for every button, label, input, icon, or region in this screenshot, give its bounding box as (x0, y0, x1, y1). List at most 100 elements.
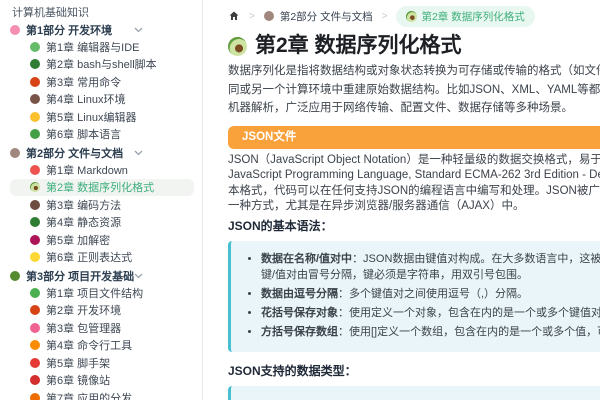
bullet-line: 方括号保存数组：使用[]定义一个数组，包含在内的是一个或多个值，可以是不同类型。 (261, 324, 600, 340)
sidebar-item-label: 第1章 编辑器与IDE (46, 41, 140, 54)
sidebar-item[interactable]: 第2章 开发环境 (10, 302, 194, 320)
chevron-down-icon (134, 150, 143, 156)
sidebar-item-label: 第3章 编码方法 (46, 199, 122, 212)
text-line: JavaScript Programming Language, Standar… (228, 169, 600, 181)
sidebar-section-label: 第2部分 文件与文档 (26, 148, 124, 160)
sidebar-item-label: 第4章 Linux环境 (46, 94, 126, 107)
text-line: 数据序列化是指将数据结构或对象状态转换为可存储或传输的格式（如文件、内存缓冲区、… (228, 65, 600, 77)
sidebar-item-label: 第3章 包管理器 (46, 322, 122, 335)
sidebar-section-2[interactable]: 第2部分 文件与文档 (10, 145, 202, 161)
sidebar-item[interactable]: 第3章 编码方法 (10, 196, 194, 214)
sidebar-section-label: 第3部分 项目开发基础 (26, 271, 135, 283)
cactus-icon (30, 41, 40, 52)
bullet-term: 方括号保存数组 (261, 325, 338, 338)
text-line: JSON（JavaScript Object Notation）是一种轻量级的数… (228, 153, 600, 166)
text-line: 机器解析，广泛应用于网络传输、配置文件、数据存储等多种场景。 (228, 102, 573, 114)
sidebar-item[interactable]: 第5章 脚手架 (10, 354, 194, 372)
breadcrumb-separator: > (381, 10, 388, 22)
sidebar-item-label: 第4章 命令行工具 (46, 340, 133, 353)
sidebar-item[interactable]: 第1章 项目文件结构 (10, 284, 194, 302)
sidebar-title: 计算机基础知识 (12, 7, 89, 19)
sidebar-item[interactable]: 第1章 编辑器与IDE (10, 38, 194, 56)
corn-icon (30, 252, 40, 263)
json-paragraph: JSON（JavaScript Object Notation）是一种轻量级的数… (228, 153, 600, 215)
bullet-line: 数据由逗号分隔：多个键值对之间使用逗号（,）分隔。 (261, 286, 600, 302)
syntax-bullet: 数据在名称/值对中：JSON数据由键值对构成。在大多数语言中，这被理解为一个对象… (261, 251, 600, 283)
sidebar-item[interactable]: 第6章 镜像站 (10, 372, 194, 390)
chestnut-icon (30, 94, 40, 105)
breadcrumb-current[interactable]: 第2章 数据序列化格式 (396, 5, 535, 27)
sidebar-item-label: 第2章 开发环境 (46, 305, 122, 318)
syntax-bullet: 方括号保存数组：使用[]定义一个数组，包含在内的是一个或多个值，可以是不同类型。 (261, 324, 600, 340)
chevron-down-icon (134, 27, 143, 33)
sidebar-item[interactable]: 第7章 应用的分发 (10, 389, 194, 400)
sidebar-section-label: 第1部分 开发环境 (26, 25, 113, 37)
sidebar-item-label: 第5章 加解密 (46, 234, 111, 247)
tangerine-icon (30, 340, 40, 351)
sidebar-item[interactable]: 第6章 脚本语言 (10, 126, 194, 144)
app-window: 计算机基础知识 第1部分 开发环境第1章 编辑器与IDE 第2章 bash与she… (0, 0, 600, 400)
sidebar-section-3[interactable]: 第3部分 项目开发基础 (10, 268, 202, 284)
four-leaf-clover-icon (30, 287, 40, 298)
bullet-term: 数据由逗号分隔 (261, 287, 338, 300)
sunflower-icon (30, 111, 40, 122)
breadcrumb-current-label: 第2章 数据序列化格式 (421, 10, 525, 23)
tomato-icon (30, 164, 40, 175)
breadcrumb-home[interactable] (228, 10, 240, 22)
sidebar-item-label: 第5章 Linux编辑器 (46, 111, 137, 124)
syntax-bullet: 数据由逗号分隔：多个键值对之间使用逗号（,）分隔。 (261, 286, 600, 302)
sidebar-item-label: 第3章 常用命令 (46, 76, 122, 89)
sidebar-item-label: 第6章 脚本语言 (46, 129, 122, 142)
sidebar-item-label: 第5章 脚手架 (46, 357, 111, 370)
sidebar-item-label: 第2章 bash与shell脚本 (46, 59, 157, 72)
sidebar-item[interactable]: 第1章 Markdown (10, 161, 194, 179)
sidebar-item[interactable]: 第3章 包管理器 (10, 319, 194, 337)
sidebar-item-label: 第1章 项目文件结构 (46, 287, 144, 300)
breadcrumb-part[interactable]: 第2部分 文件与文档 (263, 9, 373, 24)
breadcrumb: > 第2部分 文件与文档 > 第2章 数据序列化格式 (228, 5, 600, 27)
page-title-text: 第2章 数据序列化格式 (255, 34, 462, 57)
deer-icon (263, 11, 274, 21)
sidebar-item[interactable]: 第2章 bash与shell脚本 (10, 56, 194, 74)
bullet-text: ：使用[]定义一个数组，包含在内的是一个或多个值，可以是不同类型。 (338, 325, 600, 338)
pine-tree-icon (30, 217, 40, 228)
sidebar-item[interactable]: 第3章 常用命令 (10, 73, 194, 91)
sidebar-item-label: 第7章 应用的分发 (46, 392, 133, 400)
syntax-bullet-list: 数据在名称/值对中：JSON数据由键值对构成。在大多数语言中，这被理解为一个对象… (245, 251, 600, 340)
sidebar-item[interactable]: 第4章 Linux环境 (10, 91, 194, 109)
bullet-line: 花括号保存对象：使用定义一个对象，包含在内的是一个或多个键值对。 (261, 305, 600, 321)
breadcrumb-separator: > (249, 10, 255, 22)
syntax-callout: 数据在名称/值对中：JSON数据由键值对构成。在大多数语言中，这被理解为一个对象… (228, 240, 600, 352)
text-line: 本格式，代码可以在任何支持JSON的编程语言中编写和处理。JSON被广泛应用于W… (228, 184, 600, 197)
sidebar-item[interactable]: 第5章 加解密 (10, 231, 194, 249)
bullet-text: ：使用定义一个对象，包含在内的是一个或多个键值对。 (338, 306, 600, 319)
sidebar-item-label: 第2章 数据序列化格式 (46, 182, 155, 195)
bullet-text: ：多个键值对之间使用逗号（,）分隔。 (338, 287, 529, 300)
syntax-heading: JSON的基本语法： (228, 218, 333, 233)
bullet-line: 数据在名称/值对中：JSON数据由键值对构成。在大多数语言中，这被理解为一个对象… (261, 251, 600, 267)
sidebar-section-1[interactable]: 第1部分 开发环境 (10, 22, 202, 38)
sidebar-item[interactable]: 第4章 命令行工具 (10, 337, 194, 355)
bullet-text: ：JSON数据由键值对构成。在大多数语言中，这被理解为一个对象、记录、结构、字典 (352, 252, 600, 265)
chestnut-icon (30, 199, 40, 210)
sidebar-nav: 第1部分 开发环境第1章 编辑器与IDE 第2章 bash与shell脚本 第3章 … (10, 22, 202, 400)
avocado-icon (228, 36, 247, 56)
sidebar-item[interactable]: 第4章 静态资源 (10, 214, 194, 232)
sidebar-item[interactable]: 第2章 数据序列化格式 (10, 178, 194, 196)
herb-icon (10, 271, 20, 281)
text-line: 一种方式，尤其是在异步浏览器/服务器通信（AJAX）中。 (228, 200, 525, 212)
cherry-blossom-icon (30, 322, 40, 333)
bullet-line: 键/值对由冒号分隔，键必须是字符串，用双引号包围。 (261, 268, 529, 281)
avocado-icon (406, 10, 418, 22)
pine-tree-icon (30, 59, 40, 70)
maple-leaf-icon (30, 305, 40, 316)
sidebar-item[interactable]: 第6章 正则表达式 (10, 249, 194, 267)
home-icon (229, 11, 239, 20)
syntax-bullet: 花括号保存对象：使用定义一个对象，包含在内的是一个或多个键值对。 (261, 305, 600, 321)
flamingo-icon (10, 25, 20, 35)
deer-icon (10, 148, 20, 158)
types-callout (228, 385, 600, 400)
grapes-icon (30, 234, 40, 245)
bullet-term: 花括号保存对象 (261, 306, 338, 319)
sidebar-item[interactable]: 第5章 Linux编辑器 (10, 108, 194, 126)
